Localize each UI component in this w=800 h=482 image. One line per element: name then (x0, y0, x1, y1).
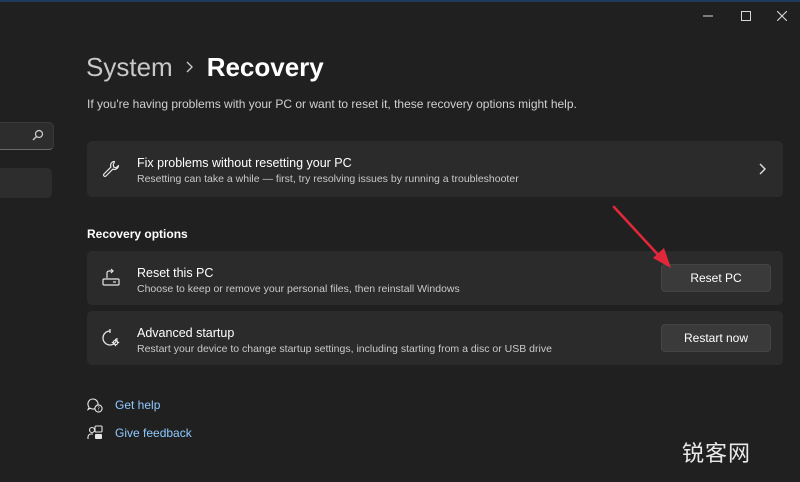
sidebar-item-selected[interactable] (0, 168, 52, 198)
wrench-icon (101, 159, 121, 179)
close-button[interactable] (768, 6, 796, 26)
reset-this-pc-card: Reset this PC Choose to keep or remove y… (87, 251, 783, 305)
settings-window: System Recovery If you're having problem… (0, 0, 800, 482)
fix-problems-description: Resetting can take a while — first, try … (137, 173, 519, 185)
restart-now-button[interactable]: Restart now (661, 324, 771, 352)
get-help-link[interactable]: ? Get help (86, 396, 160, 414)
maximize-icon (741, 11, 751, 21)
svg-text:?: ? (97, 406, 100, 412)
reset-pc-button[interactable]: Reset PC (661, 264, 771, 292)
feedback-icon (86, 424, 104, 442)
window-top-border (0, 0, 800, 2)
chevron-right-icon (175, 60, 205, 74)
fix-problems-title: Fix problems without resetting your PC (137, 156, 352, 170)
help-icon: ? (86, 396, 104, 414)
reset-this-pc-description: Choose to keep or remove your personal f… (137, 283, 460, 295)
search-icon (31, 128, 45, 142)
get-help-label[interactable]: Get help (115, 398, 160, 412)
breadcrumb-system[interactable]: System (86, 50, 173, 84)
reset-pc-icon (101, 268, 121, 288)
page-description: If you're having problems with your PC o… (87, 97, 577, 111)
minimize-icon (703, 15, 713, 17)
advanced-startup-title: Advanced startup (137, 326, 235, 340)
give-feedback-link[interactable]: Give feedback (86, 424, 192, 442)
recovery-options-heading: Recovery options (87, 227, 188, 241)
reset-this-pc-title: Reset this PC (137, 266, 214, 280)
sidebar-search-input[interactable] (0, 122, 54, 150)
fix-problems-card[interactable]: Fix problems without resetting your PC R… (87, 141, 783, 197)
watermark-logo: 锐客网 (682, 442, 752, 467)
close-icon (777, 11, 787, 21)
advanced-startup-icon (101, 328, 121, 348)
maximize-button[interactable] (732, 6, 760, 26)
advanced-startup-card: Advanced startup Restart your device to … (87, 311, 783, 365)
advanced-startup-description: Restart your device to change startup se… (137, 343, 552, 355)
give-feedback-label[interactable]: Give feedback (115, 426, 192, 440)
minimize-button[interactable] (694, 6, 722, 26)
chevron-right-icon (755, 162, 769, 176)
breadcrumb: System Recovery (86, 50, 324, 84)
page-title: Recovery (206, 52, 324, 82)
